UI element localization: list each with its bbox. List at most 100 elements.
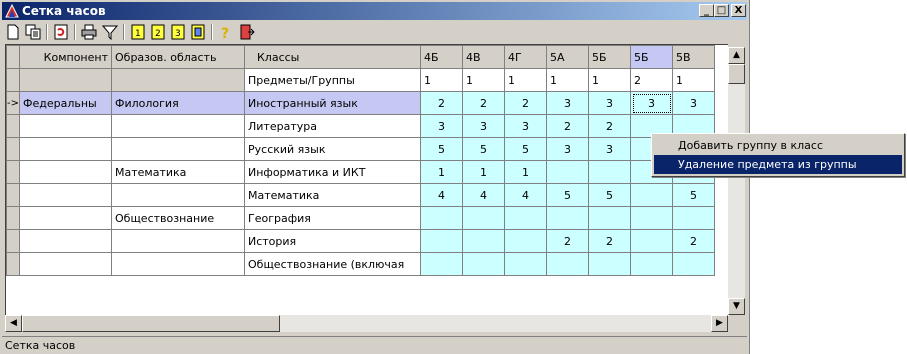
component-cell[interactable] (19, 183, 112, 207)
hours-cell[interactable]: 4 (462, 183, 505, 207)
hours-cell[interactable]: 1 (504, 160, 547, 184)
hours-cell[interactable]: 3 (504, 114, 547, 138)
hours-cell[interactable]: 3 (546, 91, 589, 115)
print-icon[interactable] (80, 23, 98, 41)
hours-cell[interactable]: 4 (420, 183, 463, 207)
hours-cell[interactable] (546, 206, 589, 230)
column-header[interactable]: 5Б (588, 45, 631, 69)
hours-cell[interactable]: 5 (420, 137, 463, 161)
subject-cell[interactable]: Математика (244, 183, 421, 207)
hours-cell[interactable] (672, 206, 715, 230)
area-cell[interactable]: Филология (111, 91, 245, 115)
column-header[interactable]: 4Б (420, 45, 463, 69)
report-icon[interactable] (189, 23, 207, 41)
component-cell[interactable]: Федеральны (19, 91, 112, 115)
column-header[interactable]: 5Б (630, 45, 673, 69)
table-row[interactable]: История 2 2 2 (6, 229, 715, 253)
column-header[interactable]: 5В (672, 45, 715, 69)
subject-cell[interactable]: Литература (244, 114, 421, 138)
hours-cell[interactable] (588, 206, 631, 230)
doc3-icon[interactable]: 3 (169, 23, 187, 41)
table-row[interactable]: Математика 4 4 4 5 5 5 (6, 183, 715, 207)
subject-cell[interactable]: История (244, 229, 421, 253)
horizontal-scroll-thumb[interactable] (22, 315, 280, 332)
menu-item-remove-subject[interactable]: Удаление предмета из группы (654, 155, 902, 174)
subject-cell[interactable]: География (244, 206, 421, 230)
hours-cell[interactable]: 2 (546, 114, 589, 138)
subject-cell[interactable]: Обществознание (включая (244, 252, 421, 276)
hours-cell[interactable]: 1 (420, 160, 463, 184)
group-count-cell[interactable]: 1 (504, 68, 547, 92)
doc2-icon[interactable]: 2 (149, 23, 167, 41)
column-header[interactable]: 4Г (504, 45, 547, 69)
hours-cell[interactable]: 3 (630, 91, 673, 115)
hours-cell[interactable] (588, 160, 631, 184)
hours-grid[interactable]: Компонент Образов. область Классы 4Б 4В … (5, 44, 729, 316)
hours-cell[interactable] (420, 206, 463, 230)
hours-cell[interactable]: 2 (546, 229, 589, 253)
table-row[interactable]: Обществознание (включая (6, 252, 715, 276)
hours-cell[interactable]: 5 (588, 183, 631, 207)
hours-cell[interactable]: 2 (462, 91, 505, 115)
area-cell[interactable]: Обществознание (111, 206, 245, 230)
group-count-cell[interactable]: 1 (672, 68, 715, 92)
help-icon[interactable]: ? (217, 23, 235, 41)
area-cell[interactable]: Математика (111, 160, 245, 184)
column-header[interactable]: Классы (244, 45, 421, 69)
filter-icon[interactable] (101, 23, 119, 41)
component-cell[interactable] (19, 252, 112, 276)
hours-cell[interactable] (420, 252, 463, 276)
hours-cell[interactable] (462, 206, 505, 230)
hours-cell[interactable]: 3 (546, 137, 589, 161)
new-icon[interactable] (4, 23, 22, 41)
component-cell[interactable] (19, 137, 112, 161)
hours-cell[interactable]: 5 (672, 183, 715, 207)
subject-cell[interactable]: Иностранный язык (244, 91, 421, 115)
horizontal-scrollbar[interactable]: ◀ ▶ (5, 315, 728, 332)
hours-cell[interactable]: 2 (672, 229, 715, 253)
hours-cell[interactable] (504, 206, 547, 230)
hours-cell[interactable] (546, 252, 589, 276)
copy-icon[interactable] (24, 23, 42, 41)
hours-cell[interactable]: 5 (504, 137, 547, 161)
hours-cell[interactable]: 2 (588, 114, 631, 138)
scroll-right-button[interactable]: ▶ (711, 315, 728, 332)
scroll-left-button[interactable]: ◀ (5, 315, 22, 332)
area-cell[interactable] (111, 183, 245, 207)
table-row[interactable]: Русский язык 5 5 5 3 3 (6, 137, 715, 161)
exit-icon[interactable] (238, 23, 256, 41)
close-button[interactable]: X (731, 4, 746, 17)
table-row[interactable]: Математика Информатика и ИКТ 1 1 1 (6, 160, 715, 184)
hours-cell[interactable] (462, 229, 505, 253)
hours-cell[interactable]: 5 (462, 137, 505, 161)
area-cell[interactable] (111, 137, 245, 161)
hours-cell[interactable]: 3 (672, 91, 715, 115)
doc1-icon[interactable]: 1 (129, 23, 147, 41)
scroll-down-button[interactable]: ▼ (728, 298, 745, 315)
group-count-cell[interactable]: 1 (546, 68, 589, 92)
minimize-button[interactable]: _ (699, 4, 714, 17)
table-row[interactable]: Обществознание География (6, 206, 715, 230)
hours-cell[interactable] (630, 252, 673, 276)
hours-cell[interactable] (630, 206, 673, 230)
hours-cell[interactable] (672, 252, 715, 276)
hours-cell[interactable] (630, 183, 673, 207)
group-count-cell[interactable]: 1 (462, 68, 505, 92)
column-header[interactable]: 5А (546, 45, 589, 69)
subject-cell[interactable]: Русский язык (244, 137, 421, 161)
table-row[interactable]: Литература 3 3 3 2 2 (6, 114, 715, 138)
hours-cell[interactable] (630, 229, 673, 253)
hours-cell[interactable] (588, 252, 631, 276)
hours-cell[interactable] (504, 252, 547, 276)
hours-cell[interactable]: 4 (504, 183, 547, 207)
component-cell[interactable] (19, 160, 112, 184)
hours-cell[interactable]: 2 (420, 91, 463, 115)
area-cell[interactable] (111, 252, 245, 276)
hours-cell[interactable]: 3 (462, 114, 505, 138)
group-count-cell[interactable]: 1 (588, 68, 631, 92)
group-count-cell[interactable]: 2 (630, 68, 673, 92)
hours-cell[interactable] (504, 229, 547, 253)
hours-cell[interactable]: 2 (504, 91, 547, 115)
refresh-icon[interactable] (52, 23, 70, 41)
column-header[interactable]: Компонент (19, 45, 112, 69)
